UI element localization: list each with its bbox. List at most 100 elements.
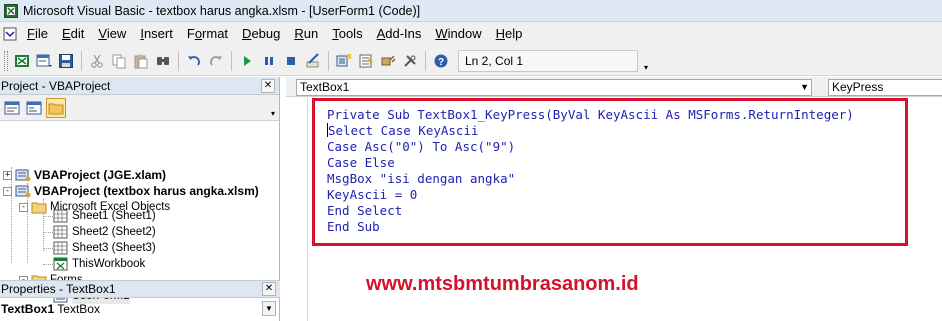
project-explorer-toolbar: ▾ — [0, 95, 279, 121]
menu-bar: File Edit View Insert Format Debug Run T… — [0, 22, 942, 46]
menu-insert[interactable]: Insert — [133, 22, 180, 46]
workbook-icon — [53, 257, 68, 271]
pane-scroll-icon[interactable]: ▾ — [271, 109, 275, 118]
view-code-icon[interactable] — [2, 98, 22, 118]
toggle-folders-icon[interactable] — [46, 97, 66, 118]
reset-icon[interactable] — [281, 51, 301, 71]
project-explorer-header: Project - VBAProject ✕ — [0, 77, 279, 95]
code-margin[interactable] — [286, 98, 308, 321]
redo-icon[interactable] — [206, 51, 226, 71]
tree-item-label: Sheet3 (Sheet3) — [72, 242, 156, 254]
chevron-down-icon[interactable]: ▼ — [262, 301, 276, 316]
menu-edit[interactable]: Edit — [55, 22, 91, 46]
cursor-position-status: Ln 2, Col 1 — [458, 49, 638, 72]
run-icon[interactable] — [237, 51, 257, 71]
tree-item-vbaproject-textbox[interactable]: - VBAProject (textbox harus angka.xlsm) — [3, 183, 259, 199]
collapse-icon[interactable]: - — [3, 186, 12, 196]
menu-format[interactable]: Format — [180, 22, 235, 46]
help-icon[interactable]: ? — [431, 51, 451, 71]
break-icon[interactable] — [259, 51, 279, 71]
toolbar-separator — [328, 50, 329, 71]
code-line: Private Sub TextBox1_KeyPress(ByVal KeyA… — [327, 107, 854, 122]
code-line: End Sub — [327, 219, 380, 234]
title-bar: Microsoft Visual Basic - textbox harus a… — [0, 0, 942, 22]
procedure-combo-value: KeyPress — [832, 80, 884, 94]
menu-window[interactable]: Window — [428, 22, 488, 46]
tree-guide — [43, 216, 53, 217]
menu-help[interactable]: Help — [489, 22, 530, 46]
tree-guide — [43, 232, 53, 233]
cut-icon[interactable] — [87, 51, 107, 71]
close-project-explorer-icon[interactable]: ✕ — [261, 78, 275, 93]
object-combo-value: TextBox1 — [300, 80, 350, 94]
object-browser-icon[interactable] — [378, 51, 398, 71]
toolbox-icon[interactable] — [400, 51, 420, 71]
tree-item-label: VBAProject (JGE.xlam) — [34, 168, 167, 182]
collapse-icon[interactable]: - — [19, 202, 28, 212]
project-explorer-icon[interactable] — [334, 51, 354, 71]
worksheet-icon — [53, 225, 68, 239]
toolbar-separator — [231, 50, 232, 71]
toolbar-separator — [178, 50, 179, 71]
paste-icon[interactable] — [131, 51, 151, 71]
insert-userform-icon[interactable] — [34, 51, 54, 71]
chevron-down-icon[interactable]: ▼ — [800, 80, 809, 95]
code-line: Case Asc("0") To Asc("9") — [327, 139, 516, 154]
save-icon[interactable] — [56, 51, 76, 71]
code-window: TextBox1 ▼ KeyPress Private Sub TextBox1… — [286, 77, 942, 321]
copy-icon[interactable] — [109, 51, 129, 71]
properties-object-type: TextBox — [57, 302, 100, 316]
toolbar-grip[interactable] — [4, 50, 8, 71]
vba-project-icon — [15, 169, 31, 182]
menu-tools[interactable]: Tools — [325, 22, 369, 46]
svg-text:?: ? — [438, 57, 444, 68]
tree-guide — [43, 264, 53, 265]
find-icon[interactable] — [153, 51, 173, 71]
menu-view[interactable]: View — [91, 22, 133, 46]
properties-object-name: TextBox1 — [1, 302, 55, 316]
code-window-menu-icon[interactable] — [0, 22, 20, 46]
properties-title: Properties - TextBox1 — [1, 282, 116, 296]
folder-icon — [31, 202, 47, 214]
properties-object-combo[interactable]: TextBox1 TextBox ▼ — [0, 299, 280, 319]
worksheet-icon — [53, 241, 68, 255]
view-object-icon[interactable] — [24, 98, 44, 118]
project-tree: + VBAProject (JGE.xlam) - VBAProject (te… — [0, 121, 279, 304]
vba-app-icon[interactable] — [3, 3, 19, 19]
object-combo[interactable]: TextBox1 ▼ — [296, 79, 812, 96]
toolbar-separator — [425, 50, 426, 71]
code-window-combos: TextBox1 ▼ KeyPress — [286, 77, 942, 97]
code-highlight-box: Private Sub TextBox1_KeyPress(ByVal KeyA… — [312, 98, 908, 246]
menu-debug[interactable]: Debug — [235, 22, 287, 46]
watermark-url: www.mtsbmtumbrasanom.id — [366, 273, 639, 295]
design-mode-icon[interactable] — [303, 51, 323, 71]
project-explorer-title: Project - VBAProject — [1, 78, 111, 93]
code-line: KeyAscii = 0 — [327, 187, 418, 202]
tree-item-label: Sheet2 (Sheet2) — [72, 226, 156, 238]
excel-view-icon[interactable] — [12, 51, 32, 71]
tree-item-thisworkbook[interactable]: ThisWorkbook — [53, 256, 145, 272]
menu-file[interactable]: File — [20, 22, 55, 46]
close-properties-icon[interactable]: ✕ — [262, 282, 276, 296]
tree-item-label: Sheet1 (Sheet1) — [72, 210, 156, 222]
tree-item-vbaproject-jge[interactable]: + VBAProject (JGE.xlam) — [3, 167, 166, 183]
undo-icon[interactable] — [184, 51, 204, 71]
standard-toolbar: ? Ln 2, Col 1 ▾ — [0, 46, 942, 76]
tree-item-label: ThisWorkbook — [72, 258, 146, 270]
toolbar-separator — [81, 50, 82, 71]
menu-run[interactable]: Run — [287, 22, 325, 46]
tree-item-sheet1[interactable]: Sheet1 (Sheet1) — [53, 208, 156, 224]
menu-add-ins[interactable]: Add-Ins — [370, 22, 429, 46]
code-line: MsgBox "isi dengan angka" — [327, 171, 516, 186]
properties-window-icon[interactable] — [356, 51, 376, 71]
tree-item-label: VBAProject (textbox harus angka.xlsm) — [34, 184, 259, 198]
worksheet-icon — [53, 209, 68, 223]
code-line: Select Case KeyAscii — [327, 123, 479, 138]
procedure-combo[interactable]: KeyPress — [828, 79, 942, 96]
tree-item-sheet3[interactable]: Sheet3 (Sheet3) — [53, 240, 156, 256]
code-editor[interactable]: Private Sub TextBox1_KeyPress(ByVal KeyA… — [308, 98, 942, 321]
toolbar-overflow-icon[interactable]: ▾ — [640, 50, 652, 72]
vba-project-icon — [15, 185, 31, 198]
tree-item-sheet2[interactable]: Sheet2 (Sheet2) — [53, 224, 156, 240]
expand-icon[interactable]: + — [3, 170, 12, 180]
